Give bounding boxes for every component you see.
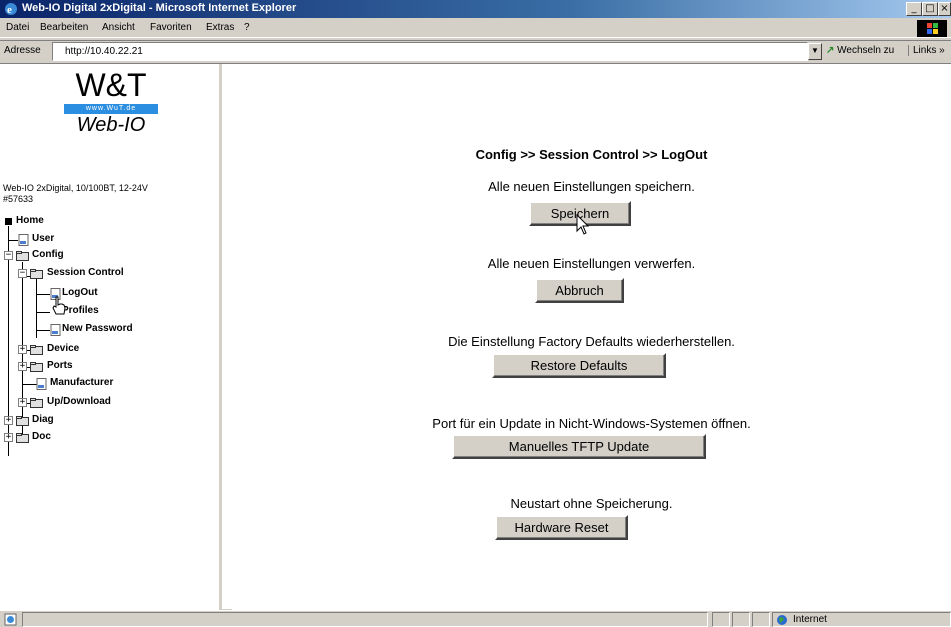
status-text-panel [22, 612, 708, 627]
home-bullet-icon [5, 218, 12, 225]
tftp-description: Port für ein Update in Nicht-Windows-Sys… [432, 416, 751, 431]
browser-window: e Web-IO Digital 2xDigital - Microsoft I… [0, 0, 951, 627]
logo-product: Web-IO [76, 114, 146, 136]
page-content: W&T www.WuT.de Web-IO Web-IO 2xDigital, … [0, 63, 951, 610]
links-button[interactable]: Links » [908, 45, 945, 56]
go-label: Wechseln zu [837, 45, 895, 56]
main-frame: Config >> Session Control >> LogOut Alle… [232, 64, 951, 610]
folder-icon [30, 398, 43, 408]
close-button[interactable]: × [938, 2, 951, 16]
expand-icon[interactable]: + [18, 398, 27, 407]
device-serial: #57633 [3, 194, 34, 204]
folder-icon [16, 433, 29, 443]
expand-icon[interactable]: + [18, 362, 27, 371]
folder-open-icon [30, 269, 43, 279]
reset-description: Neustart ohne Speicherung. [510, 496, 673, 511]
tree-item-updownload[interactable]: Up/Download [47, 396, 111, 407]
menu-bar: Datei Bearbeiten Ansicht Favoriten Extra… [0, 18, 951, 38]
go-arrow-icon: ↗ [826, 45, 835, 56]
window-title: Web-IO Digital 2xDigital - Microsoft Int… [22, 2, 297, 14]
tree-item-profiles[interactable]: Profiles [62, 305, 99, 316]
status-panel [732, 612, 750, 627]
save-description: Alle neuen Einstellungen speichern. [488, 179, 695, 194]
tree-item-device[interactable]: Device [47, 343, 79, 354]
address-bar: Adresse http://10.40.22.21 ▼ ↗ Wechseln … [0, 40, 951, 62]
tree-item-doc[interactable]: Doc [32, 431, 51, 442]
mouse-pointer-icon [576, 214, 590, 235]
restore-description: Die Einstellung Factory Defaults wiederh… [448, 334, 735, 349]
internet-explorer-icon: e [5, 3, 17, 16]
device-info: Web-IO 2xDigital, 10/100BT, 12-24V #5763… [3, 183, 148, 205]
go-button[interactable]: ↗ Wechseln zu [826, 45, 894, 56]
menu-extras[interactable]: Extras [206, 22, 234, 33]
menu-bearbeiten[interactable]: Bearbeiten [40, 22, 88, 33]
expand-icon[interactable]: + [18, 345, 27, 354]
address-value[interactable]: http://10.40.22.21 [65, 46, 143, 57]
tree-item-new-password[interactable]: New Password [62, 323, 133, 334]
restore-defaults-button[interactable]: Restore Defaults [492, 353, 666, 378]
title-bar[interactable]: e Web-IO Digital 2xDigital - Microsoft I… [0, 0, 951, 18]
navigation-frame: W&T www.WuT.de Web-IO Web-IO 2xDigital, … [0, 64, 222, 610]
manual-tftp-update-button[interactable]: Manuelles TFTP Update [452, 434, 706, 459]
menu-help[interactable]: ? [244, 22, 250, 33]
cancel-description: Alle neuen Einstellungen verwerfen. [487, 256, 696, 271]
folder-open-icon [16, 251, 29, 261]
collapse-icon[interactable]: − [18, 269, 27, 278]
maximize-button[interactable]: □ [922, 2, 938, 16]
menu-favoriten[interactable]: Favoriten [150, 22, 192, 33]
page-icon [50, 324, 61, 336]
tree-item-config[interactable]: Config [32, 249, 64, 260]
folder-icon [16, 416, 29, 426]
security-zone[interactable]: Internet [772, 612, 951, 627]
collapse-icon[interactable]: − [4, 251, 13, 260]
expand-icon[interactable]: + [4, 433, 13, 442]
tree-item-session-control[interactable]: Session Control [47, 267, 124, 278]
svg-text:e: e [7, 4, 12, 16]
menu-datei[interactable]: Datei [6, 22, 29, 33]
address-dropdown-button[interactable]: ▼ [808, 43, 822, 60]
page-status-icon [4, 613, 17, 626]
minimize-button[interactable]: _ [906, 2, 922, 16]
address-input[interactable]: http://10.40.22.21 [52, 42, 808, 61]
tree-item-manufacturer[interactable]: Manufacturer [50, 377, 113, 388]
zone-label: Internet [793, 614, 827, 625]
tree-item-logout[interactable]: LogOut [62, 287, 98, 298]
status-panel [752, 612, 770, 627]
globe-icon [777, 615, 787, 625]
status-bar: Internet [0, 610, 951, 627]
expand-icon[interactable]: + [4, 416, 13, 425]
page-icon [36, 378, 47, 390]
hand-cursor-icon [52, 296, 66, 315]
breadcrumb: Config >> Session Control >> LogOut [475, 147, 708, 162]
folder-icon [30, 362, 43, 372]
logo-brand: W&T [75, 67, 147, 103]
folder-icon [30, 345, 43, 355]
device-model: Web-IO 2xDigital, 10/100BT, 12-24V [3, 183, 148, 193]
tree-item-user[interactable]: User [32, 233, 54, 244]
logo-url: www.WuT.de [64, 104, 158, 114]
hardware-reset-button[interactable]: Hardware Reset [495, 515, 628, 540]
tree-item-diag[interactable]: Diag [32, 414, 54, 425]
menu-ansicht[interactable]: Ansicht [102, 22, 135, 33]
tree-item-ports[interactable]: Ports [47, 360, 73, 371]
cancel-button[interactable]: Abbruch [535, 278, 624, 303]
page-icon [18, 234, 29, 246]
address-label: Adresse [4, 45, 41, 56]
wut-logo: W&T www.WuT.de Web-IO [62, 68, 160, 136]
tree-item-home[interactable]: Home [16, 215, 44, 226]
windows-logo-icon [917, 20, 947, 37]
status-panel [712, 612, 730, 627]
